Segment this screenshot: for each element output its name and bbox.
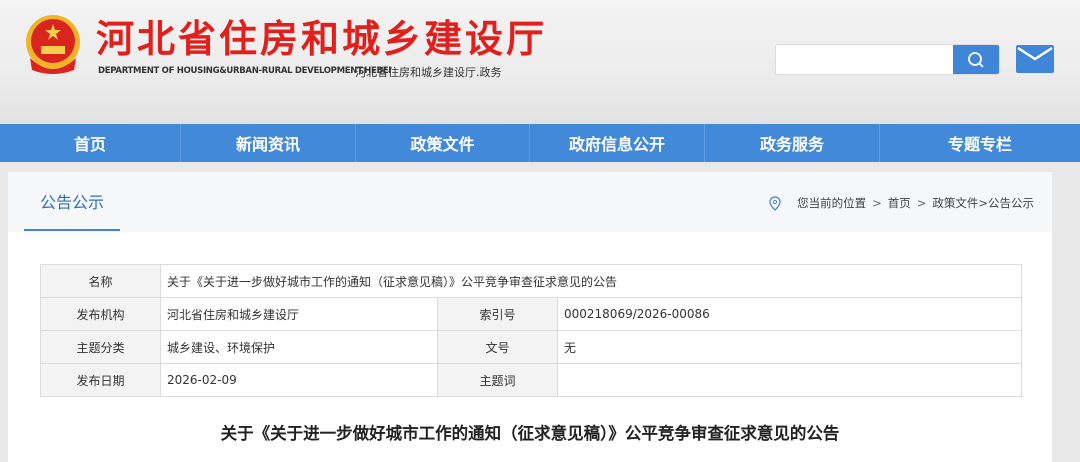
breadcrumb-current[interactable]: 政策文件>公告公示: [932, 195, 1034, 211]
date-label: 发布日期: [40, 363, 161, 397]
table-row: 主题分类 城乡建设、环境保护 文号 无: [40, 330, 1022, 364]
name-label: 名称: [40, 264, 161, 298]
table-row: 发布日期 2026-02-09 主题词: [40, 363, 1022, 397]
search-button[interactable]: [953, 45, 999, 74]
index-label: 索引号: [437, 297, 558, 331]
national-emblem-icon: [26, 15, 80, 74]
content-panel: 公告公示 您当前的位置 > 首页 > 政策文件>公告公示 名称 关于《关于进一步…: [8, 172, 1052, 462]
site-subtitle-cn: 河北省住房和城乡建设厅.政务: [355, 66, 502, 79]
nav-news[interactable]: 新闻资讯: [181, 124, 356, 162]
table-row: 发布机构 河北省住房和城乡建设厅 索引号 000218069/2026-0008…: [40, 297, 1022, 331]
keywords-label: 主题词: [437, 363, 558, 397]
doc-number-label: 文号: [437, 330, 558, 364]
document-title: 关于《关于进一步做好城市工作的通知（征求意见稿）》公平竞争审查征求意见的公告: [220, 424, 840, 443]
breadcrumb-prefix: 您当前的位置: [797, 196, 867, 210]
index-value: 000218069/2026-00086: [557, 297, 1022, 331]
keywords-value: [557, 363, 1022, 397]
doc-number-value: 无: [557, 330, 1022, 364]
header: 河北省住房和城乡建设厅 DEPARTMENT OF HOUSING&URBAN-…: [0, 0, 1080, 124]
table-row: 名称 关于《关于进一步做好城市工作的通知（征求意见稿）》公平竞争审查征求意见的公…: [40, 264, 1022, 298]
search-icon: [968, 51, 984, 68]
site-title: 河北省住房和城乡建设厅: [96, 17, 548, 61]
search-input[interactable]: [776, 45, 953, 74]
main-nav: 首页 新闻资讯 政策文件 政府信息公开 政务服务 专题专栏: [0, 124, 1080, 162]
nav-home[interactable]: 首页: [0, 124, 181, 162]
breadcrumb: 您当前的位置 > 首页 > 政策文件>公告公示: [769, 195, 1034, 211]
breadcrumb-separator: >: [916, 196, 927, 210]
mail-button[interactable]: [1016, 45, 1054, 73]
mail-icon: [1017, 46, 1053, 61]
site-subtitle-en: DEPARTMENT OF HOUSING&URBAN-RURAL DEVELO…: [98, 66, 392, 76]
breadcrumb-home[interactable]: 首页: [888, 195, 911, 211]
date-value: 2026-02-09: [160, 363, 438, 397]
breadcrumb-separator: >: [872, 196, 882, 210]
tab-announcements[interactable]: 公告公示: [24, 172, 120, 231]
tab-bar: 公告公示 您当前的位置 > 首页 > 政策文件>公告公示: [8, 172, 1052, 232]
search-box: [775, 44, 1000, 75]
category-value: 城乡建设、环境保护: [160, 330, 438, 364]
name-value: 关于《关于进一步做好城市工作的通知（征求意见稿）》公平竞争审查征求意见的公告: [160, 264, 1022, 298]
nav-services[interactable]: 政务服务: [705, 124, 880, 162]
org-value: 河北省住房和城乡建设厅: [160, 297, 438, 331]
org-label: 发布机构: [40, 297, 161, 331]
location-pin-icon: [769, 195, 781, 211]
nav-topics[interactable]: 专题专栏: [880, 124, 1080, 162]
nav-gov-info[interactable]: 政府信息公开: [530, 124, 705, 162]
category-label: 主题分类: [40, 330, 161, 364]
nav-policy[interactable]: 政策文件: [356, 124, 530, 162]
info-table: 名称 关于《关于进一步做好城市工作的通知（征求意见稿）》公平竞争审查征求意见的公…: [40, 264, 1022, 397]
